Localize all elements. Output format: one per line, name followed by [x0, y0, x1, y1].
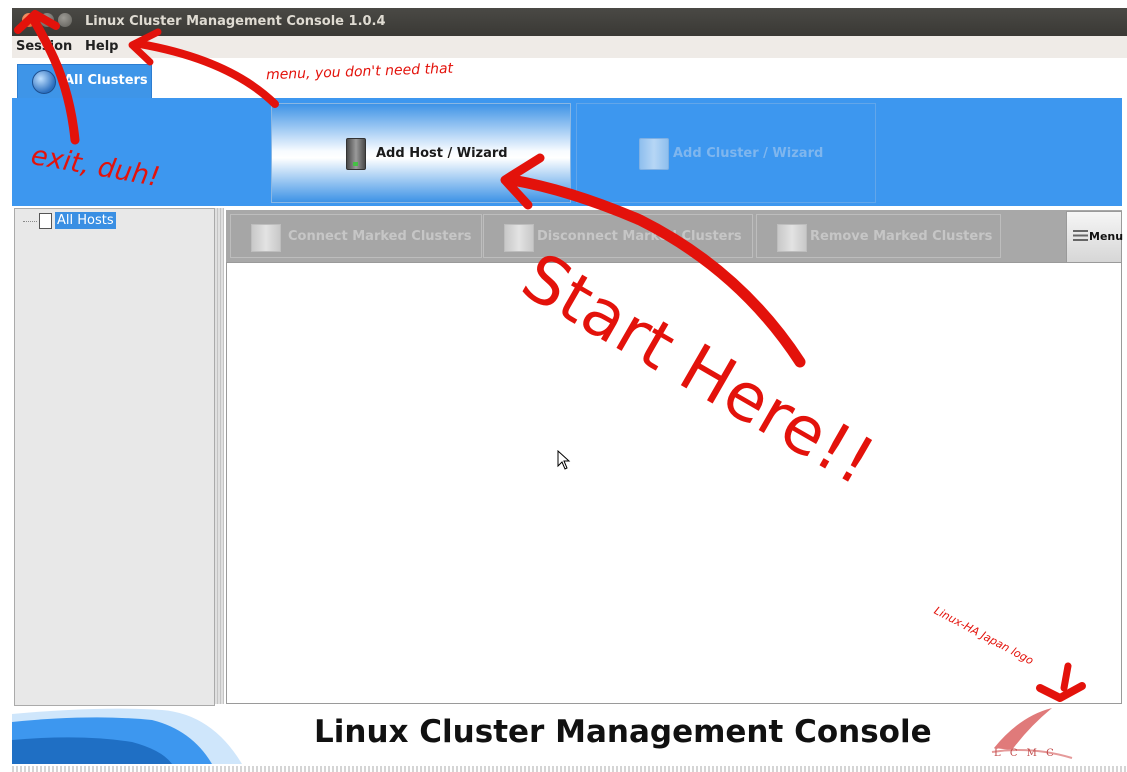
status-strip — [12, 766, 1127, 772]
menu-button-label: Menu — [1089, 230, 1124, 243]
hamburger-icon — [1073, 230, 1088, 241]
add-host-wizard-button[interactable]: Add Host / Wizard — [271, 103, 571, 203]
document-icon — [39, 213, 52, 229]
maximize-icon[interactable] — [58, 13, 72, 27]
footer-swoosh-graphic — [12, 708, 242, 764]
tree-item-all-hosts[interactable]: All Hosts — [55, 212, 116, 229]
server-icon — [639, 138, 669, 170]
cluster-toolbar: Connect Marked Clusters Disconnect Marke… — [226, 210, 1124, 263]
remove-marked-clusters-label: Remove Marked Clusters — [810, 229, 993, 244]
server-icon — [346, 138, 366, 170]
connect-marked-clusters-button[interactable]: Connect Marked Clusters — [230, 214, 482, 258]
server-icon — [251, 224, 281, 252]
lcmc-logo-text: L C M C — [994, 748, 1057, 759]
tab-all-clusters[interactable]: All Clusters — [17, 64, 152, 98]
window-titlebar: Linux Cluster Management Console 1.0.4 — [12, 8, 1127, 36]
footer-title: Linux Cluster Management Console — [314, 714, 932, 750]
server-icon — [777, 224, 807, 252]
connect-marked-clusters-label: Connect Marked Clusters — [288, 229, 472, 244]
menu-button[interactable]: Menu — [1066, 211, 1124, 263]
server-icon — [504, 224, 534, 252]
close-icon[interactable] — [22, 13, 36, 27]
remove-marked-clusters-button[interactable]: Remove Marked Clusters — [756, 214, 1001, 258]
tab-row: All Clusters — [12, 58, 1127, 98]
menu-session[interactable]: Session — [16, 39, 72, 54]
tab-all-clusters-label: All Clusters — [64, 73, 148, 88]
cursor-icon — [557, 450, 571, 470]
menubar: Session Help — [12, 36, 1127, 59]
footer-banner: Linux Cluster Management Console L C M C — [12, 706, 1122, 768]
menu-help[interactable]: Help — [85, 39, 118, 54]
window-title: Linux Cluster Management Console 1.0.4 — [85, 14, 386, 29]
disconnect-marked-clusters-button[interactable]: Disconnect Marked Clusters — [483, 214, 753, 258]
split-pane-divider[interactable] — [215, 208, 224, 704]
disconnect-marked-clusters-label: Disconnect Marked Clusters — [537, 229, 742, 244]
wizard-bar: Add Host / Wizard Add Cluster / Wizard — [12, 98, 1122, 206]
tree-connector — [23, 221, 37, 222]
globe-icon — [32, 70, 56, 94]
host-tree-panel: All Hosts — [14, 208, 215, 706]
lcmc-logo-icon: L C M C — [991, 708, 1073, 759]
minimize-icon[interactable] — [40, 13, 54, 27]
add-host-wizard-label: Add Host / Wizard — [376, 146, 508, 161]
add-cluster-wizard-label: Add Cluster / Wizard — [673, 146, 824, 161]
add-cluster-wizard-button[interactable]: Add Cluster / Wizard — [576, 103, 876, 203]
